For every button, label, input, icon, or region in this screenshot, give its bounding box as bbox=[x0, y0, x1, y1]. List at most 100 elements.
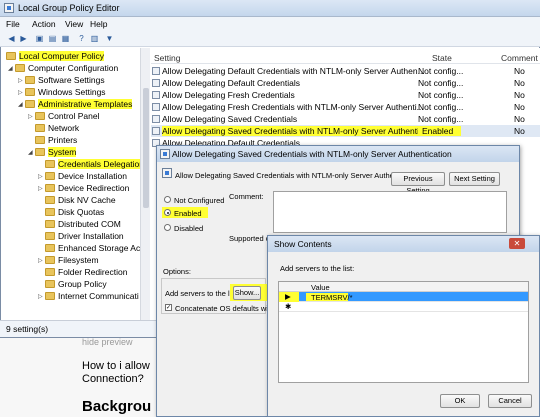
forward-icon[interactable]: ▶ bbox=[18, 34, 29, 44]
server-value[interactable]: TERMSRV/* bbox=[311, 293, 353, 302]
expanded-arrow-icon[interactable]: ◢ bbox=[8, 65, 15, 72]
tree-item-windows-settings[interactable]: ▷ Windows Settings bbox=[18, 86, 106, 98]
tree-label: Driver Installation bbox=[58, 231, 124, 241]
title-bar[interactable]: Local Group Policy Editor bbox=[0, 0, 540, 17]
tree-label: System bbox=[48, 147, 77, 157]
collapsed-arrow-icon[interactable]: ▷ bbox=[38, 185, 45, 192]
value-column-header[interactable]: Value bbox=[311, 283, 330, 292]
folder-icon bbox=[45, 292, 55, 300]
tree-scrollbar[interactable] bbox=[140, 48, 150, 320]
show-button[interactable]: Show... bbox=[233, 286, 261, 300]
grid-header: Value bbox=[279, 282, 528, 292]
tree-item-disk-nv-cache[interactable]: Disk NV Cache bbox=[45, 194, 116, 206]
folder-icon bbox=[45, 244, 55, 252]
tree-item-network[interactable]: Network bbox=[35, 122, 79, 134]
collapsed-arrow-icon[interactable]: ▷ bbox=[38, 173, 45, 180]
folder-icon bbox=[45, 280, 55, 288]
tree-item-computer-configuration[interactable]: ◢ Computer Configuration bbox=[8, 62, 118, 74]
close-icon[interactable]: ✕ bbox=[509, 238, 525, 249]
tree-item-filesystem[interactable]: ▷ Filesystem bbox=[38, 254, 99, 266]
help-icon[interactable]: ? bbox=[76, 34, 87, 44]
show-contents-title-bar[interactable]: Show Contents ✕ bbox=[268, 236, 539, 252]
show-contents-dialog: Show Contents ✕ Add servers to the list:… bbox=[267, 235, 540, 417]
column-setting[interactable]: Setting bbox=[154, 53, 180, 63]
tree-item-system[interactable]: ◢ System bbox=[28, 146, 77, 158]
enabled-radio[interactable] bbox=[164, 209, 171, 216]
tree-label: Group Policy bbox=[58, 279, 107, 289]
list-row-selected[interactable]: Allow Delegating Saved Credentials with … bbox=[151, 125, 540, 137]
row-setting: Allow Delegating Default Credentials bbox=[162, 78, 300, 88]
computer-icon bbox=[15, 64, 25, 72]
list-row[interactable]: Allow Delegating Default Credentials Not… bbox=[151, 77, 540, 89]
row-setting: Allow Delegating Default Credentials wit… bbox=[162, 66, 425, 76]
list-row[interactable]: Allow Delegating Fresh Credentials Not c… bbox=[151, 89, 540, 101]
properties-icon[interactable]: ▥ bbox=[89, 34, 100, 44]
up-folder-icon[interactable]: ▣ bbox=[34, 34, 45, 44]
list-row[interactable]: Allow Delegating Default Credentials wit… bbox=[151, 65, 540, 77]
comment-field[interactable] bbox=[273, 191, 507, 233]
expanded-arrow-icon[interactable]: ◢ bbox=[18, 101, 25, 108]
tree-item-administrative-templates[interactable]: ◢ Administrative Templates bbox=[18, 98, 133, 110]
row-setting: Allow Delegating Fresh Credentials with … bbox=[162, 102, 424, 112]
export-list-icon[interactable]: ▦ bbox=[60, 34, 71, 44]
ok-button[interactable]: OK bbox=[440, 394, 480, 408]
servers-grid: Value ▶ TERMSRV/* ✱ bbox=[278, 281, 529, 383]
hide-preview-link[interactable]: hide preview bbox=[82, 337, 133, 347]
grid-row-new[interactable]: ✱ bbox=[279, 302, 528, 312]
row-comment: No bbox=[514, 90, 525, 100]
collapsed-arrow-icon[interactable]: ▷ bbox=[38, 257, 45, 264]
row-state: Not config... bbox=[418, 78, 464, 88]
grid-row-selected[interactable]: ▶ TERMSRV/* bbox=[279, 292, 528, 302]
show-hide-tree-icon[interactable]: ▤ bbox=[47, 34, 58, 44]
list-row[interactable]: Allow Delegating Fresh Credentials with … bbox=[151, 101, 540, 113]
tree-item-driver-installation[interactable]: Driver Installation bbox=[45, 230, 124, 242]
tree-item-disk-quotas[interactable]: Disk Quotas bbox=[45, 206, 104, 218]
expanded-arrow-icon[interactable]: ◢ bbox=[28, 149, 35, 156]
not-configured-radio[interactable] bbox=[164, 196, 171, 203]
tree-item-local-computer-policy[interactable]: Local Computer Policy bbox=[6, 50, 105, 62]
column-state[interactable]: State bbox=[432, 53, 452, 63]
collapsed-arrow-icon[interactable]: ▷ bbox=[28, 113, 35, 120]
new-row-icon: ✱ bbox=[285, 302, 292, 311]
show-contents-title: Show Contents bbox=[274, 239, 332, 249]
add-servers-label: Add servers to the list: bbox=[280, 264, 355, 273]
policy-dialog-title-bar[interactable]: Allow Delegating Saved Credentials with … bbox=[157, 146, 519, 162]
menu-action[interactable]: Action bbox=[32, 19, 56, 29]
menu-file[interactable]: File bbox=[6, 19, 20, 29]
previous-setting-button[interactable]: Previous Setting bbox=[391, 172, 445, 195]
next-setting-button[interactable]: Next Setting bbox=[449, 172, 500, 186]
filter-icon[interactable]: ▼ bbox=[104, 34, 115, 44]
row-state: Not config... bbox=[418, 66, 464, 76]
list-row[interactable]: Allow Delegating Saved Credentials Not c… bbox=[151, 113, 540, 125]
tree-item-folder-redirection[interactable]: Folder Redirection bbox=[45, 266, 127, 278]
disabled-radio[interactable] bbox=[164, 224, 171, 231]
tree-item-credentials-delegation[interactable]: Credentials Delegation bbox=[45, 158, 144, 170]
row-state: Not config... bbox=[418, 114, 464, 124]
row-setting: Allow Delegating Saved Credentials with … bbox=[162, 126, 427, 136]
collapsed-arrow-icon[interactable]: ▷ bbox=[38, 293, 45, 300]
tree-item-internet-communication[interactable]: ▷ Internet Communicati bbox=[38, 290, 139, 302]
tree-item-distributed-com[interactable]: Distributed COM bbox=[45, 218, 121, 230]
back-icon[interactable]: ◀ bbox=[6, 34, 17, 44]
folder-icon bbox=[45, 268, 55, 276]
collapsed-arrow-icon[interactable]: ▷ bbox=[18, 89, 25, 96]
tree-item-device-redirection[interactable]: ▷ Device Redirection bbox=[38, 182, 129, 194]
enabled-label: Enabled bbox=[174, 209, 202, 218]
menu-view[interactable]: View bbox=[65, 19, 83, 29]
menu-bar: File Action View Help bbox=[0, 17, 540, 31]
concatenate-checkbox[interactable]: ✓ bbox=[165, 304, 172, 311]
tree-item-software-settings[interactable]: ▷ Software Settings bbox=[18, 74, 105, 86]
tree-item-enhanced-storage[interactable]: Enhanced Storage Acc bbox=[45, 242, 144, 254]
column-comment[interactable]: Comment bbox=[501, 53, 538, 63]
tree-item-group-policy[interactable]: Group Policy bbox=[45, 278, 107, 290]
collapsed-arrow-icon[interactable]: ▷ bbox=[18, 77, 25, 84]
tree-item-printers[interactable]: Printers bbox=[35, 134, 77, 146]
row-comment: No bbox=[514, 114, 525, 124]
menu-help[interactable]: Help bbox=[90, 19, 107, 29]
tree-item-control-panel[interactable]: ▷ Control Panel bbox=[28, 110, 100, 122]
tree-scrollbar-thumb[interactable] bbox=[143, 88, 149, 208]
cancel-button[interactable]: Cancel bbox=[488, 394, 532, 408]
tree-item-device-installation[interactable]: ▷ Device Installation bbox=[38, 170, 127, 182]
list-header: Setting State Comment bbox=[151, 52, 540, 64]
folder-icon bbox=[35, 148, 45, 156]
